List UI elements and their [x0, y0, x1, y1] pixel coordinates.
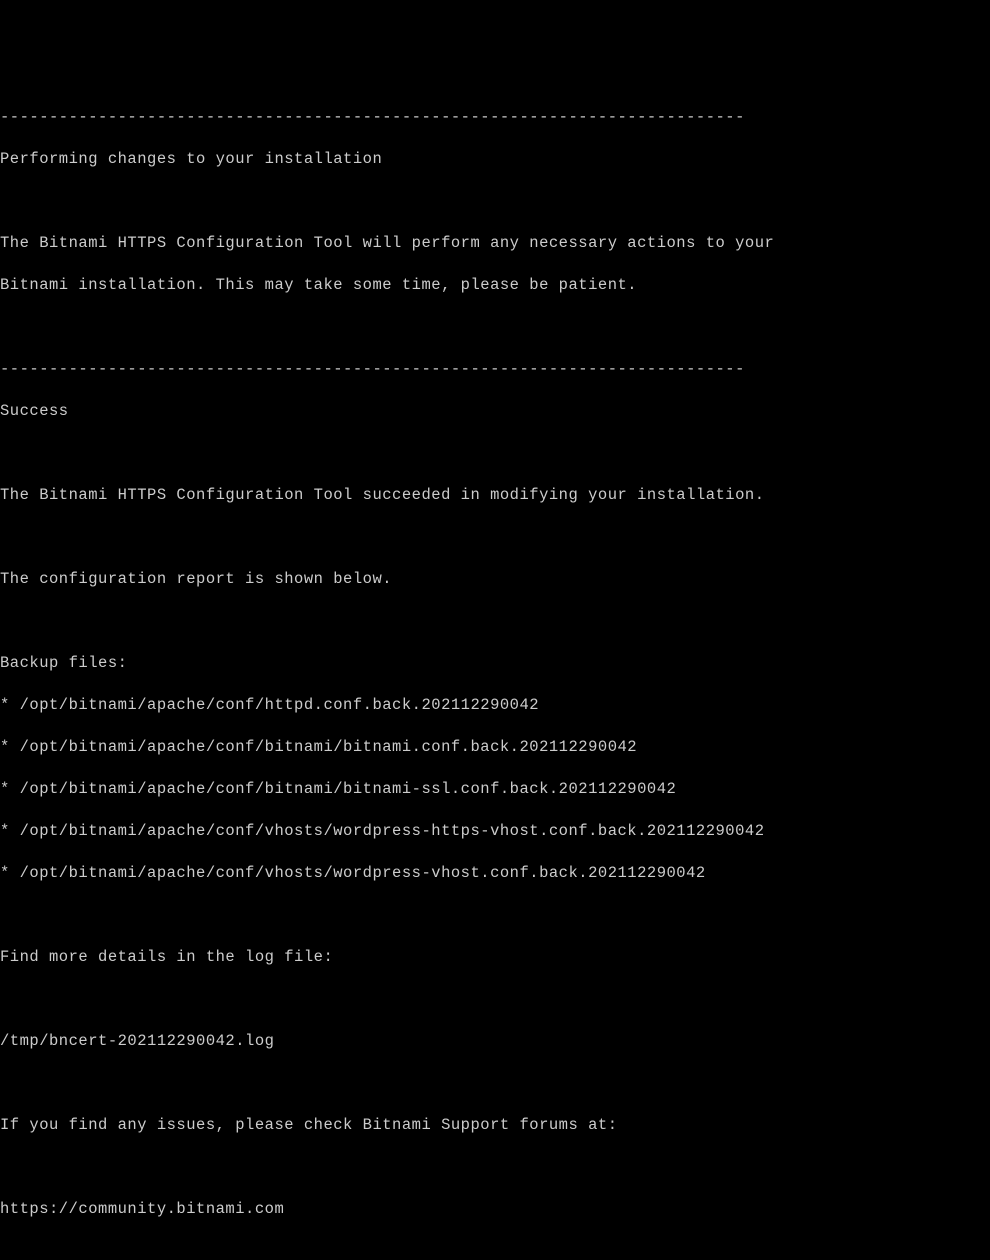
blank-line: [0, 1157, 990, 1178]
blank-line: [0, 1073, 990, 1094]
blank-line: [0, 611, 990, 632]
info-text: Bitnami installation. This may take some…: [0, 275, 990, 296]
blank-line: [0, 1241, 990, 1260]
support-text: If you find any issues, please check Bit…: [0, 1115, 990, 1136]
blank-line: [0, 191, 990, 212]
section-header-success: Success: [0, 401, 990, 422]
backup-file-path: * /opt/bitnami/apache/conf/vhosts/wordpr…: [0, 863, 990, 884]
backup-files-header: Backup files:: [0, 653, 990, 674]
success-text: The Bitnami HTTPS Configuration Tool suc…: [0, 485, 990, 506]
blank-line: [0, 317, 990, 338]
blank-line: [0, 443, 990, 464]
separator-line: ----------------------------------------…: [0, 359, 990, 380]
log-file-header: Find more details in the log file:: [0, 947, 990, 968]
terminal-output[interactable]: ----------------------------------------…: [0, 84, 990, 1260]
blank-line: [0, 989, 990, 1010]
separator-line: ----------------------------------------…: [0, 107, 990, 128]
backup-file-path: * /opt/bitnami/apache/conf/bitnami/bitna…: [0, 779, 990, 800]
config-report-text: The configuration report is shown below.: [0, 569, 990, 590]
backup-file-path: * /opt/bitnami/apache/conf/vhosts/wordpr…: [0, 821, 990, 842]
support-url: https://community.bitnami.com: [0, 1199, 990, 1220]
backup-file-path: * /opt/bitnami/apache/conf/bitnami/bitna…: [0, 737, 990, 758]
blank-line: [0, 527, 990, 548]
log-file-path: /tmp/bncert-202112290042.log: [0, 1031, 990, 1052]
blank-line: [0, 905, 990, 926]
info-text: The Bitnami HTTPS Configuration Tool wil…: [0, 233, 990, 254]
section-header-performing: Performing changes to your installation: [0, 149, 990, 170]
backup-file-path: * /opt/bitnami/apache/conf/httpd.conf.ba…: [0, 695, 990, 716]
